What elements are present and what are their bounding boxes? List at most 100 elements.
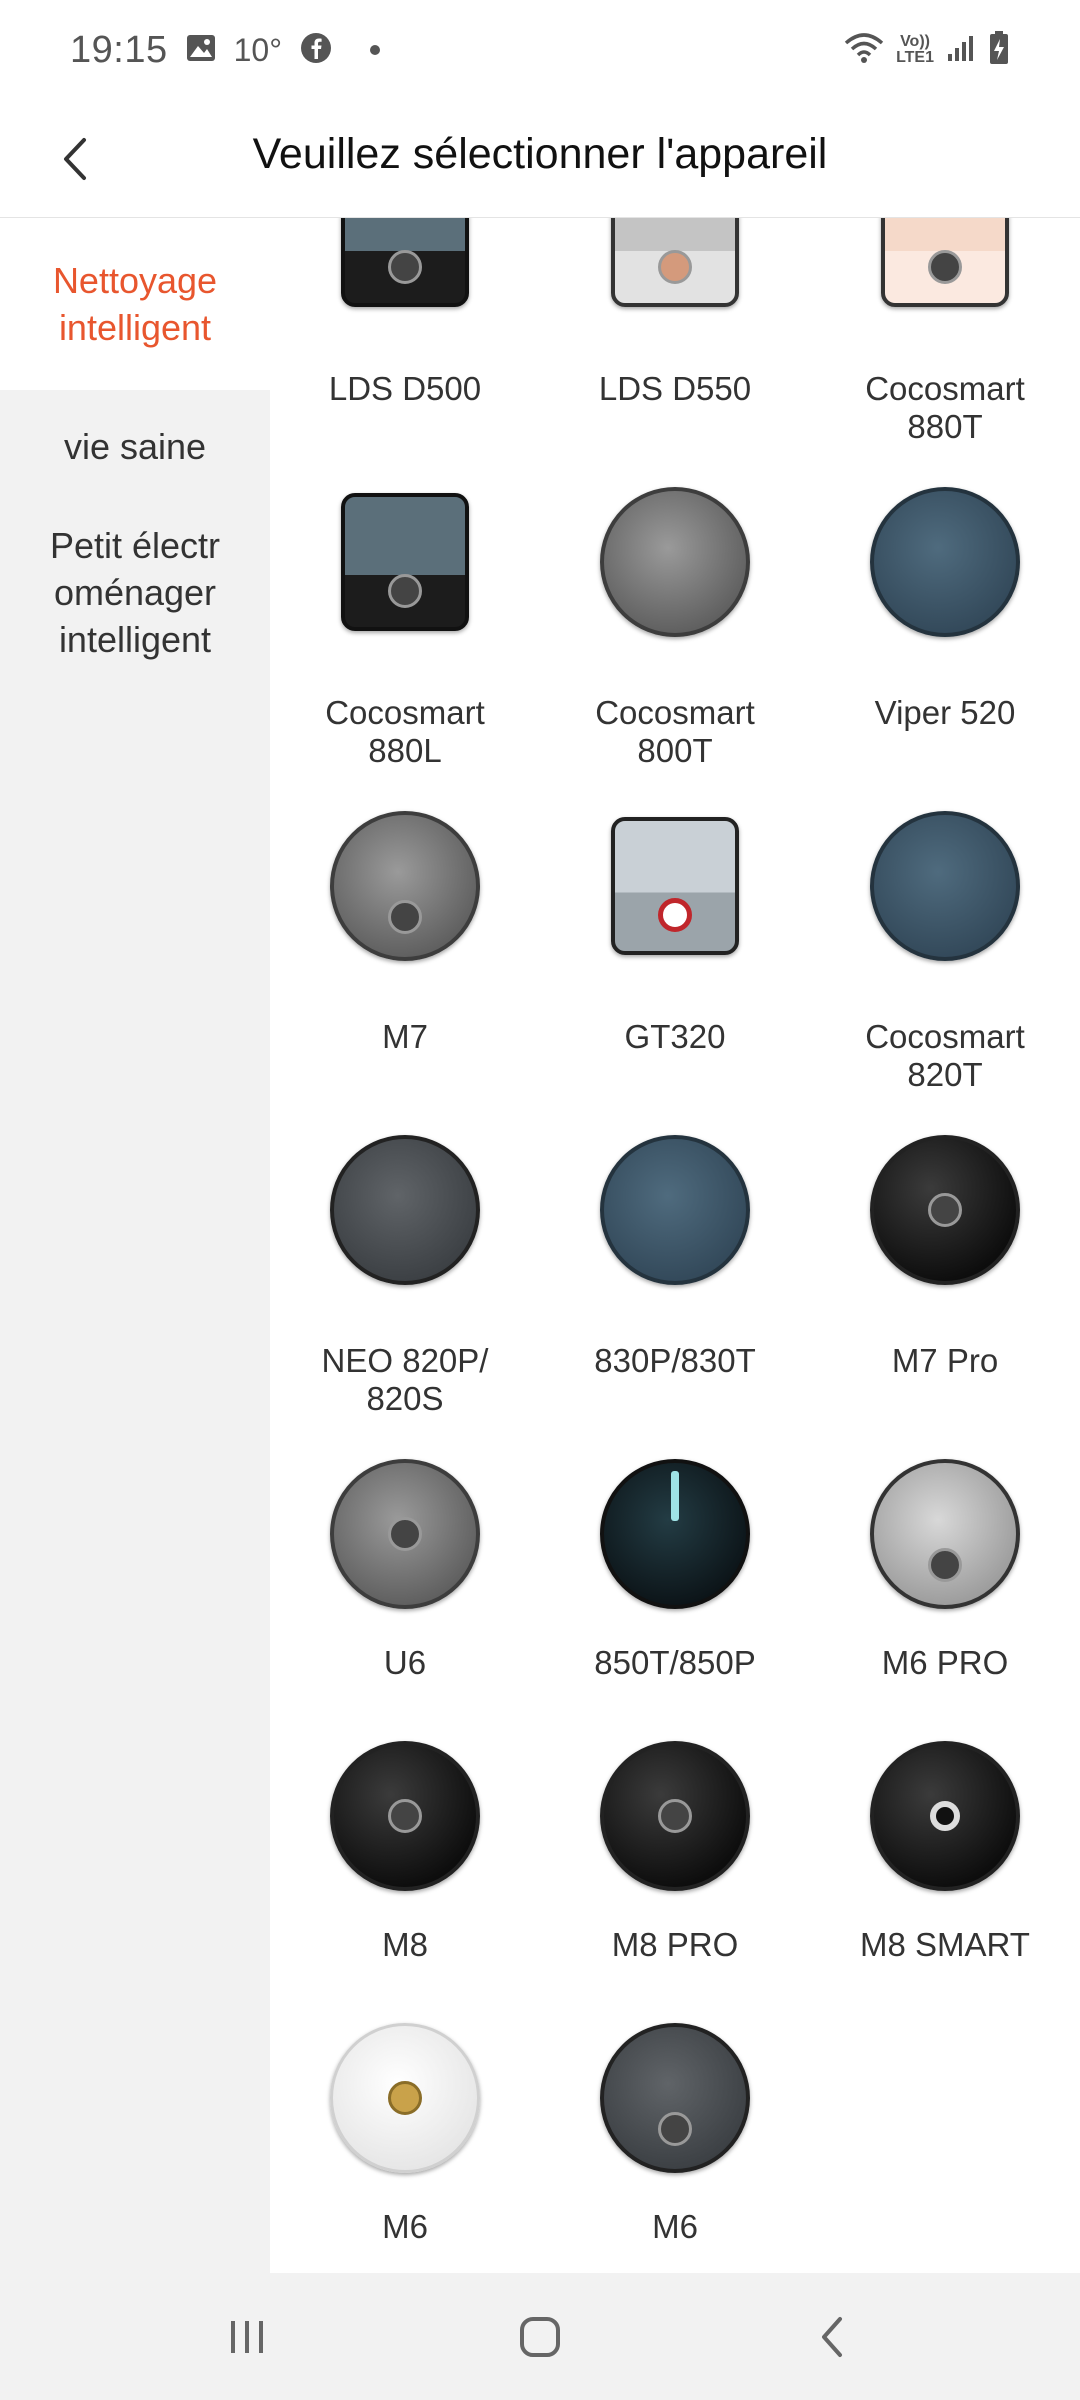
device-item[interactable]: Viper 520 bbox=[810, 482, 1080, 806]
robot-vacuum-image bbox=[330, 1741, 480, 1891]
robot-vacuum-image bbox=[870, 811, 1020, 961]
device-image bbox=[325, 2018, 485, 2178]
device-item[interactable]: 830P/830T bbox=[540, 1130, 810, 1454]
device-item[interactable]: LDS D550 bbox=[540, 218, 810, 482]
device-name: M8 SMART bbox=[860, 1926, 1030, 1963]
device-image bbox=[595, 1454, 755, 1614]
device-item[interactable]: M7 bbox=[270, 806, 540, 1130]
device-image bbox=[865, 1736, 1025, 1896]
home-button[interactable] bbox=[495, 2292, 585, 2382]
gallery-icon bbox=[186, 34, 216, 67]
status-temperature: 10° bbox=[233, 31, 282, 68]
device-item[interactable]: U6 bbox=[270, 1454, 540, 1736]
robot-button bbox=[928, 1193, 962, 1227]
robot-base-station-image bbox=[611, 218, 739, 307]
device-name: 850T/850P bbox=[594, 1644, 756, 1681]
app-root: 19:15 10° Vo)) LTE1 Veuillez sélectionne… bbox=[0, 0, 1080, 2400]
device-image bbox=[325, 1454, 485, 1614]
robot-vacuum-image bbox=[600, 487, 750, 637]
device-item[interactable]: Cocosmart 820T bbox=[810, 806, 1080, 1130]
device-name: 830P/830T bbox=[594, 1342, 756, 1379]
robot-base-station-image bbox=[611, 817, 739, 955]
device-item[interactable]: M8 bbox=[270, 1736, 540, 2018]
robot-vacuum-image bbox=[600, 1459, 750, 1609]
device-item[interactable]: 850T/850P bbox=[540, 1454, 810, 1736]
device-image bbox=[325, 1130, 485, 1290]
device-name: Cocosmart 820T bbox=[865, 1018, 1025, 1093]
device-image bbox=[595, 218, 755, 318]
device-image bbox=[865, 806, 1025, 966]
device-name: U6 bbox=[383, 1644, 427, 1681]
status-bar: 19:15 10° Vo)) LTE1 bbox=[0, 0, 1080, 100]
sidebar-item-petit-electromenager[interactable]: Petit électr oménager intelligent bbox=[0, 502, 270, 682]
device-item[interactable]: NEO 820P/ 820S bbox=[270, 1130, 540, 1454]
device-image bbox=[595, 1736, 755, 1896]
device-item[interactable]: M8 PRO bbox=[540, 1736, 810, 2018]
device-image bbox=[325, 482, 485, 642]
device-grid-container[interactable]: LDS D500 LDS D550 Cocosmart 880T Cocosmart … bbox=[270, 218, 1080, 2273]
robot-button bbox=[388, 1517, 422, 1551]
device-name: M7 bbox=[382, 1018, 428, 1055]
device-item[interactable]: Cocosmart 800T bbox=[540, 482, 810, 806]
robot-vacuum-image bbox=[870, 1741, 1020, 1891]
page-title: Veuillez sélectionner l'appareil bbox=[252, 130, 828, 178]
robot-button bbox=[388, 900, 422, 935]
robot-button bbox=[658, 897, 692, 932]
robot-base-station-image bbox=[881, 218, 1009, 307]
device-item[interactable]: Cocosmart 880T bbox=[810, 218, 1080, 482]
robot-button bbox=[658, 2112, 692, 2147]
device-item[interactable]: M6 PRO bbox=[810, 1454, 1080, 1736]
robot-button bbox=[658, 1799, 692, 1833]
device-grid: LDS D500 LDS D550 Cocosmart 880T Cocosmart … bbox=[270, 218, 1080, 2273]
robot-vacuum-image bbox=[870, 487, 1020, 637]
robot-vacuum-image bbox=[870, 1135, 1020, 1285]
volte-line2: LTE1 bbox=[896, 49, 934, 66]
app-header: Veuillez sélectionner l'appareil bbox=[0, 100, 1080, 218]
device-name: M8 PRO bbox=[611, 1926, 739, 1963]
robot-button bbox=[930, 1801, 960, 1831]
device-item[interactable]: GT320 bbox=[540, 806, 810, 1130]
device-item[interactable]: Cocosmart 880L bbox=[270, 482, 540, 806]
sidebar-item-nettoyage-intelligent[interactable]: Nettoyage intelligent bbox=[0, 218, 270, 390]
device-image bbox=[865, 1130, 1025, 1290]
device-image bbox=[595, 806, 755, 966]
device-item[interactable]: M6 bbox=[270, 2018, 540, 2273]
volte-line1: Vo)) bbox=[900, 33, 930, 50]
robot-button bbox=[928, 1548, 962, 1583]
device-name: M7 Pro bbox=[891, 1342, 999, 1379]
signal-icon bbox=[946, 33, 976, 68]
device-item[interactable]: LDS D500 bbox=[270, 218, 540, 482]
device-image bbox=[325, 1736, 485, 1896]
sidebar-item-label: Petit électr oménager intelligent bbox=[49, 524, 221, 660]
device-name: LDS D500 bbox=[328, 370, 482, 407]
back-icon bbox=[822, 2316, 843, 2357]
volte-indicator: Vo)) LTE1 bbox=[896, 34, 934, 66]
robot-vacuum-image bbox=[870, 1459, 1020, 1609]
device-name: M6 bbox=[382, 2208, 428, 2245]
recent-apps-icon bbox=[230, 2320, 263, 2353]
device-image bbox=[595, 1130, 755, 1290]
robot-button bbox=[658, 249, 692, 284]
sidebar-item-label: vie saine bbox=[63, 425, 207, 467]
device-name: M6 PRO bbox=[881, 1644, 1009, 1681]
robot-button bbox=[388, 249, 422, 284]
battery-charging-icon bbox=[988, 30, 1010, 71]
robot-button bbox=[388, 573, 422, 608]
robot-button bbox=[928, 249, 962, 284]
robot-vacuum-image bbox=[330, 1459, 480, 1609]
device-item[interactable]: M6 bbox=[540, 2018, 810, 2273]
sidebar-item-vie-saine[interactable]: vie saine bbox=[0, 396, 270, 496]
robot-vacuum-image bbox=[600, 1741, 750, 1891]
system-nav-bar bbox=[0, 2273, 1080, 2400]
device-name: NEO 820P/ 820S bbox=[321, 1342, 489, 1417]
nav-back-button[interactable] bbox=[788, 2292, 878, 2382]
device-item[interactable]: M8 SMART bbox=[810, 1736, 1080, 2018]
home-icon bbox=[519, 2316, 560, 2357]
recent-apps-button[interactable] bbox=[202, 2292, 292, 2382]
device-name: M8 bbox=[382, 1926, 428, 1963]
device-image bbox=[865, 482, 1025, 642]
device-item[interactable]: M7 Pro bbox=[810, 1130, 1080, 1454]
device-name: Cocosmart 800T bbox=[595, 694, 755, 769]
status-right: Vo)) LTE1 bbox=[844, 30, 1010, 71]
robot-base-station-image bbox=[341, 218, 469, 307]
